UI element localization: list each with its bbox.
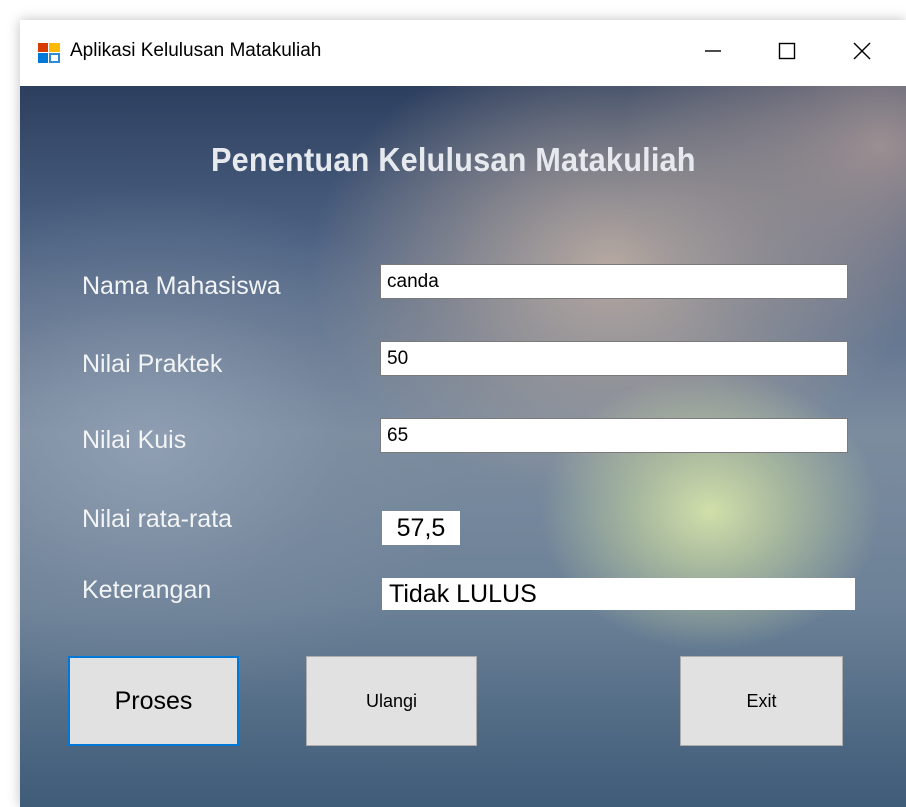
app-window: Aplikasi Kelulusan Matakuliah Penentuan …: [20, 20, 906, 807]
label-nilai-rata-rata: Nilai rata-rata: [82, 505, 233, 533]
ulangi-button[interactable]: Ulangi: [306, 656, 477, 746]
nama-mahasiswa-input[interactable]: [380, 264, 848, 299]
maximize-icon: [777, 41, 797, 66]
label-nilai-kuis: Nilai Kuis: [82, 426, 187, 454]
nilai-praktek-input[interactable]: [380, 341, 848, 376]
keterangan-value: Tidak LULUS: [382, 578, 855, 610]
title-bar[interactable]: Aplikasi Kelulusan Matakuliah: [20, 20, 906, 86]
nilai-kuis-input[interactable]: [380, 418, 848, 453]
app-icon: [38, 43, 60, 63]
close-button[interactable]: [832, 28, 892, 78]
window-title: Aplikasi Kelulusan Matakuliah: [70, 40, 322, 61]
minimize-button[interactable]: [683, 28, 743, 78]
nilai-rata-rata-value: 57,5: [382, 511, 460, 545]
proses-button[interactable]: Proses: [68, 656, 239, 746]
form-client-area: Penentuan Kelulusan Matakuliah Nama Maha…: [20, 86, 906, 807]
label-keterangan: Keterangan: [82, 576, 212, 604]
minimize-icon: [703, 41, 723, 66]
maximize-button[interactable]: [757, 28, 817, 78]
label-nama-mahasiswa: Nama Mahasiswa: [82, 272, 281, 300]
exit-button[interactable]: Exit: [680, 656, 843, 746]
form-heading: Penentuan Kelulusan Matakuliah: [210, 141, 696, 178]
label-nilai-praktek: Nilai Praktek: [82, 350, 223, 378]
close-icon: [852, 41, 872, 66]
